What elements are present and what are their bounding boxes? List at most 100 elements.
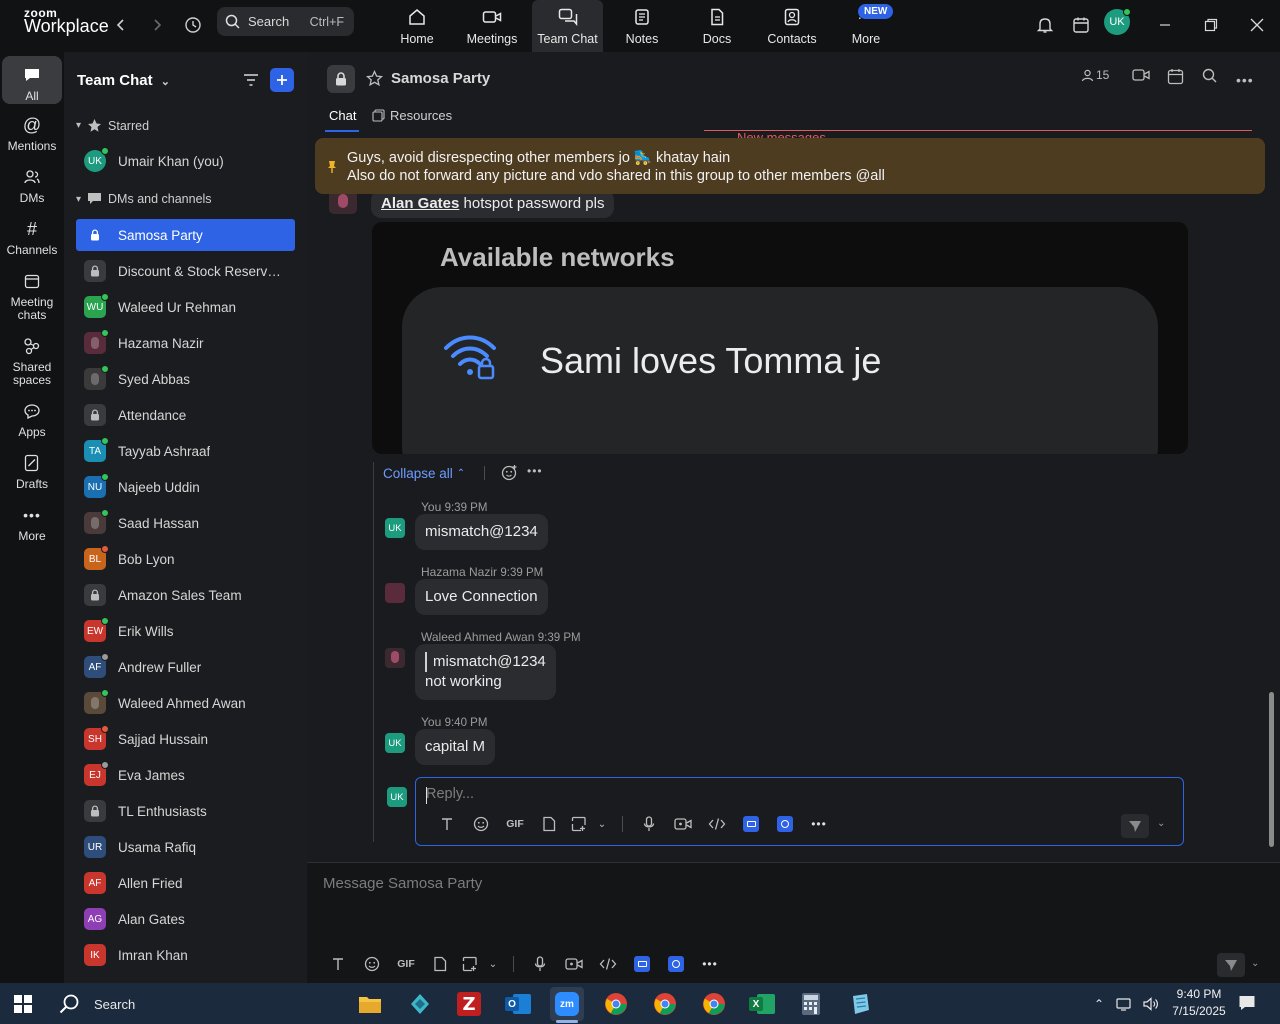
- send-button[interactable]: [1217, 953, 1245, 977]
- windows-start-icon[interactable]: [14, 995, 32, 1013]
- sidebar-item[interactable]: EJ Eva James: [76, 759, 295, 791]
- rail-item-more[interactable]: ••• More: [2, 504, 62, 543]
- send-options-chevron-icon[interactable]: ⌄: [1251, 958, 1259, 969]
- history-icon[interactable]: [180, 12, 206, 38]
- sidebar-item[interactable]: AF Andrew Fuller: [76, 651, 295, 683]
- sidebar-item[interactable]: BL Bob Lyon: [76, 543, 295, 575]
- sidebar-item[interactable]: Discount & Stock Reservati...: [76, 255, 295, 287]
- section-dms-and-channels[interactable]: ▾ DMs and channels: [76, 192, 212, 206]
- more-tools-icon[interactable]: •••: [693, 957, 727, 971]
- scrollbar-thumb[interactable]: [1269, 692, 1274, 847]
- tab-resources[interactable]: Resources: [372, 108, 452, 123]
- tray-chevron-up-icon[interactable]: ⌃: [1094, 997, 1104, 1011]
- microphone-icon[interactable]: [632, 816, 666, 832]
- whiteboard-app-icon[interactable]: [625, 956, 659, 972]
- rail-item-meeting-chats[interactable]: Meeting chats: [2, 270, 62, 322]
- sidebar-item[interactable]: UR Usama Rafiq: [76, 831, 295, 863]
- thread-more-icon[interactable]: •••: [527, 464, 543, 478]
- nav-tab-docs[interactable]: Docs: [692, 0, 742, 52]
- nav-tab-meetings[interactable]: Meetings: [462, 0, 522, 52]
- members-button[interactable]: 15: [1081, 68, 1109, 82]
- shared-image-screenshot[interactable]: Available networks Sami loves Tomma je: [372, 222, 1188, 454]
- reply-send-button[interactable]: [1121, 814, 1149, 838]
- microphone-icon[interactable]: [523, 956, 557, 972]
- video-message-icon[interactable]: [666, 817, 700, 831]
- rail-item-all[interactable]: All: [2, 56, 62, 104]
- close-window-icon[interactable]: [1244, 12, 1270, 38]
- vpn-app-icon[interactable]: [403, 987, 437, 1021]
- collapse-all-button[interactable]: Collapse all ⌃: [383, 466, 465, 481]
- sidebar-title[interactable]: Team Chat ⌄: [77, 72, 170, 89]
- volume-icon[interactable]: [1142, 996, 1160, 1012]
- search-in-chat-icon[interactable]: [1202, 68, 1217, 83]
- rail-item-drafts[interactable]: Drafts: [2, 452, 62, 491]
- root-message-bubble[interactable]: Alan Gates hotspot password pls: [371, 190, 615, 218]
- taskbar-search[interactable]: Search: [58, 993, 135, 1015]
- sidebar-item[interactable]: Waleed Ahmed Awan: [76, 687, 295, 719]
- forward-arrow-icon[interactable]: [144, 12, 170, 38]
- pinned-message-banner[interactable]: Guys, avoid disrespecting other members …: [315, 138, 1265, 194]
- nav-tab-home[interactable]: Home: [392, 0, 442, 52]
- add-reaction-icon[interactable]: [501, 464, 518, 481]
- attach-file-icon[interactable]: [532, 816, 566, 832]
- sidebar-item[interactable]: Attendance: [76, 399, 295, 431]
- taskbar-clock[interactable]: 9:40 PM 7/15/2025: [1160, 986, 1238, 1020]
- minimize-window-icon[interactable]: [1152, 12, 1178, 38]
- attach-file-icon[interactable]: [423, 956, 457, 972]
- format-text-icon[interactable]: [430, 817, 464, 831]
- sidebar-item[interactable]: Syed Abbas: [76, 363, 295, 395]
- sidebar-item[interactable]: AF Allen Fried: [76, 867, 295, 899]
- notifications-center-icon[interactable]: [1238, 994, 1256, 1012]
- sidebar-item[interactable]: Amazon Sales Team: [76, 579, 295, 611]
- rail-item-channels[interactable]: # Channels: [2, 218, 62, 257]
- screenshot-icon[interactable]: [566, 816, 592, 832]
- sidebar-item[interactable]: NU Najeeb Uddin: [76, 471, 295, 503]
- sidebar-item[interactable]: TA Tayyab Ashraaf: [76, 435, 295, 467]
- notifications-bell-icon[interactable]: [1032, 12, 1058, 38]
- video-call-icon[interactable]: [1132, 68, 1150, 82]
- zoom-app-icon[interactable]: [659, 956, 693, 972]
- chrome-icon[interactable]: [599, 987, 633, 1021]
- message-author-link[interactable]: Alan Gates: [381, 195, 459, 212]
- reply-input[interactable]: Reply... GIF ⌄ •••: [415, 777, 1184, 846]
- zoom-app-icon[interactable]: zm: [550, 987, 584, 1021]
- nav-tab-notes[interactable]: Notes: [617, 0, 667, 52]
- format-text-icon[interactable]: [321, 957, 355, 971]
- schedule-icon[interactable]: [1167, 68, 1184, 85]
- nav-tab-team-chat[interactable]: Team Chat: [532, 0, 603, 52]
- sidebar-item[interactable]: TL Enthusiasts: [76, 795, 295, 827]
- code-snippet-icon[interactable]: [700, 817, 734, 831]
- chevron-down-icon[interactable]: ⌄: [483, 959, 503, 970]
- video-message-icon[interactable]: [557, 957, 591, 971]
- gif-icon[interactable]: GIF: [389, 958, 423, 970]
- search-input[interactable]: Search Ctrl+F: [217, 7, 354, 36]
- sidebar-item[interactable]: SH Sajjad Hussain: [76, 723, 295, 755]
- emoji-icon[interactable]: [464, 816, 498, 832]
- excel-icon[interactable]: X: [745, 987, 779, 1021]
- whiteboard-app-icon[interactable]: [734, 816, 768, 832]
- file-explorer-icon[interactable]: [353, 987, 387, 1021]
- star-channel-icon[interactable]: [366, 70, 383, 87]
- sidebar-item[interactable]: Hazama Nazir: [76, 327, 295, 359]
- sidebar-item[interactable]: Saad Hassan: [76, 507, 295, 539]
- new-chat-button[interactable]: [270, 68, 294, 92]
- reply-send-options-chevron-icon[interactable]: ⌄: [1157, 818, 1165, 829]
- back-arrow-icon[interactable]: [108, 12, 134, 38]
- message-composer[interactable]: Message Samosa Party GIF ⌄ ••• ⌄: [307, 862, 1280, 983]
- screenshot-icon[interactable]: [457, 956, 483, 972]
- sidebar-item[interactable]: EW Erik Wills: [76, 615, 295, 647]
- sidebar-item[interactable]: WU Waleed Ur Rehman: [76, 291, 295, 323]
- rail-item-mentions[interactable]: @ Mentions: [2, 114, 62, 153]
- restore-window-icon[interactable]: [1198, 12, 1224, 38]
- message-bubble[interactable]: mismatch@1234 not working: [415, 644, 556, 700]
- chevron-down-icon[interactable]: ⌄: [592, 819, 612, 830]
- notepad-app-icon[interactable]: [843, 987, 877, 1021]
- rail-item-dms[interactable]: DMs: [2, 166, 62, 205]
- sidebar-item[interactable]: AG Alan Gates: [76, 903, 295, 935]
- sidebar-item-umair-khan[interactable]: UK Umair Khan (you): [76, 145, 295, 177]
- tab-chat[interactable]: Chat: [329, 108, 356, 123]
- network-icon[interactable]: [1116, 996, 1134, 1012]
- code-snippet-icon[interactable]: [591, 957, 625, 971]
- message-bubble[interactable]: Love Connection: [415, 579, 548, 615]
- message-bubble[interactable]: capital M: [415, 729, 496, 765]
